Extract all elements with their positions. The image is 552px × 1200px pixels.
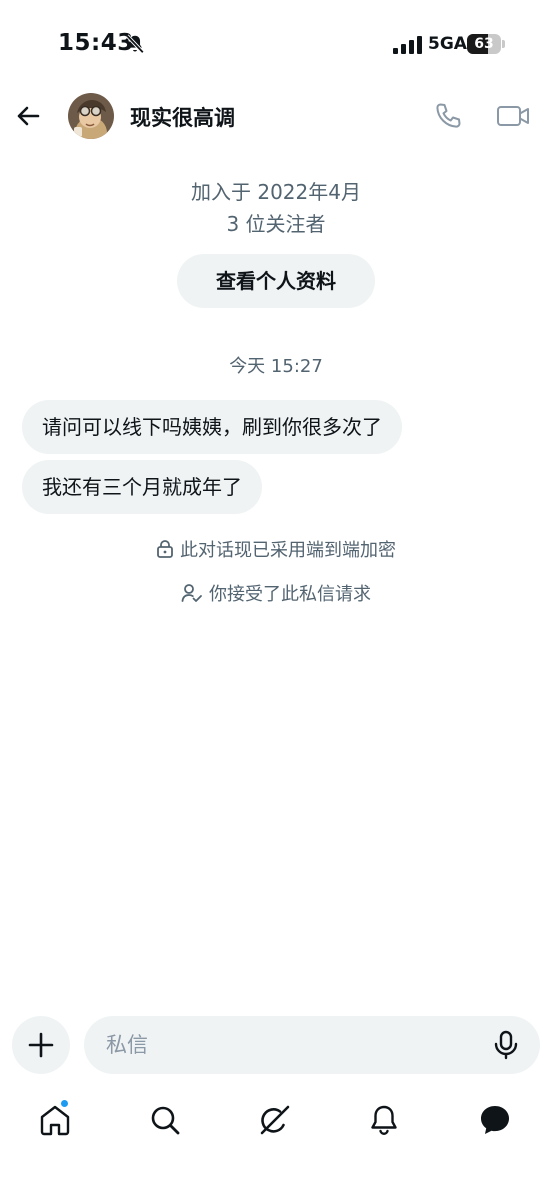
message-bubble[interactable]: 请问可以线下吗姨姨，刷到你很多次了 xyxy=(22,400,402,454)
message-input[interactable] xyxy=(106,1016,466,1074)
home-icon[interactable] xyxy=(37,1102,73,1138)
person-check-icon xyxy=(181,584,202,602)
network-type: 5GA xyxy=(428,34,467,54)
search-icon[interactable] xyxy=(147,1102,183,1138)
avatar[interactable] xyxy=(68,93,114,139)
home-notification-dot xyxy=(60,1099,69,1108)
follower-count: 3 位关注者 xyxy=(226,212,326,236)
bell-icon[interactable] xyxy=(366,1102,402,1138)
microphone-icon[interactable] xyxy=(490,1029,522,1061)
phone-icon[interactable] xyxy=(432,100,464,132)
lock-icon xyxy=(157,540,173,558)
message-timestamp: 今天 15:27 xyxy=(229,356,323,377)
plus-icon xyxy=(28,1032,54,1058)
message-bubble[interactable]: 我还有三个月就成年了 xyxy=(22,460,262,514)
status-bar: 15:43 5GA 63 xyxy=(0,0,552,90)
signal-bars-icon xyxy=(393,36,422,54)
battery-level: 63 xyxy=(474,36,494,52)
accepted-notice-text: 你接受了此私信请求 xyxy=(209,584,371,605)
encryption-notice-text: 此对话现已采用端到端加密 xyxy=(180,540,396,561)
grok-icon[interactable] xyxy=(257,1102,293,1138)
message-composer xyxy=(84,1016,540,1074)
view-profile-button[interactable]: 查看个人资料 xyxy=(177,254,375,308)
back-arrow-icon[interactable] xyxy=(12,100,44,132)
bottom-navigation xyxy=(0,1090,552,1150)
conversation-header: 现实很高调 xyxy=(0,84,552,148)
muted-bell-icon xyxy=(125,34,145,54)
profile-summary: 加入于 2022年4月 3 位关注者 xyxy=(0,176,552,240)
contact-name[interactable]: 现实很高调 xyxy=(130,102,235,132)
status-time: 15:43 xyxy=(58,30,134,56)
accepted-request-notice: 你接受了此私信请求 xyxy=(0,580,552,606)
video-call-icon[interactable] xyxy=(496,100,530,132)
add-media-button[interactable] xyxy=(12,1016,70,1074)
join-date: 加入于 2022年4月 xyxy=(191,180,361,204)
messages-icon[interactable] xyxy=(477,1102,513,1138)
encryption-notice: 此对话现已采用端到端加密 xyxy=(0,536,552,562)
battery-icon: 63 xyxy=(467,34,505,54)
